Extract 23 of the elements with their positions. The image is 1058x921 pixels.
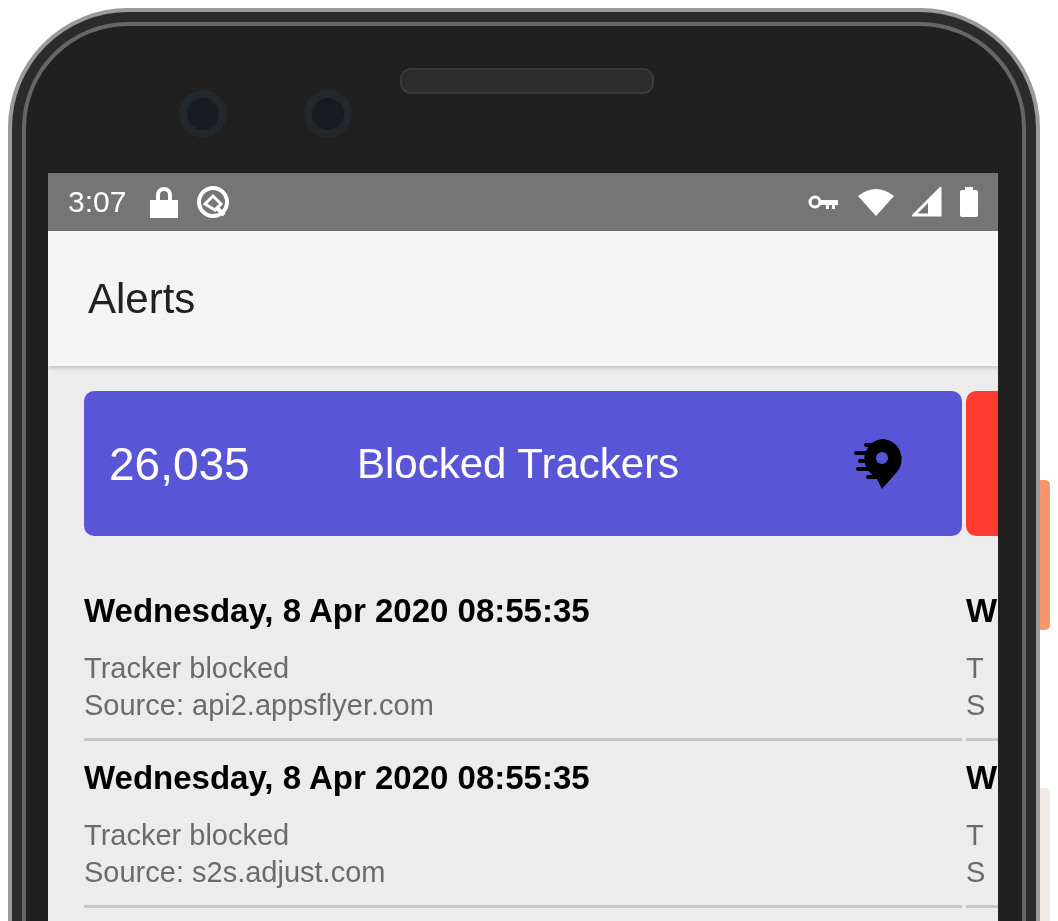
alert-timestamp: Wednesday, 8 Apr 2020 08:55:35 xyxy=(84,759,591,797)
key-icon xyxy=(808,193,840,211)
stat-card[interactable]: 26,035 Blocked Trackers xyxy=(84,391,962,536)
alert-detail: T xyxy=(966,651,985,686)
tracker-count: 26,035 xyxy=(109,436,251,491)
alert-detail: Source: s2s.adjust.com xyxy=(84,855,387,890)
alert-detail: S xyxy=(966,855,987,890)
alert-detail: T xyxy=(966,818,985,853)
alert-detail: S xyxy=(966,688,987,723)
wifi-icon xyxy=(858,188,894,216)
battery-icon xyxy=(960,187,978,217)
alert-timestamp: W xyxy=(966,592,998,630)
status-time: 3:07 xyxy=(68,185,127,219)
card-label: Blocked Trackers xyxy=(357,439,681,488)
circle-logo-icon xyxy=(196,185,231,219)
screen-title: Alerts xyxy=(88,274,196,323)
lock-icon xyxy=(150,186,179,218)
alert-detail: Tracker blocked xyxy=(84,651,291,686)
alert-detail: Tracker blocked xyxy=(84,818,291,853)
alert-timestamp: Wednesday, 8 Apr 2020 08:55:35 xyxy=(84,592,591,630)
alert-detail: Source: api2.appsflyer.com xyxy=(84,688,435,723)
alert-timestamp: W xyxy=(966,759,998,797)
signal-icon xyxy=(912,187,942,217)
